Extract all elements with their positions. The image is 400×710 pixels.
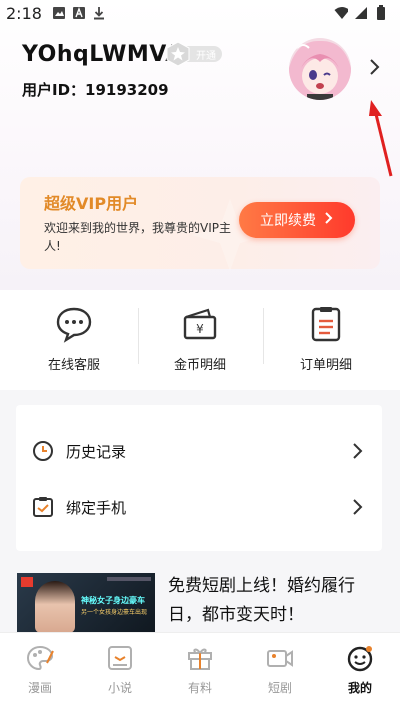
promo-tag-icon <box>21 577 33 587</box>
thumbnail-subcaption: 另一个女孩身边豪车出现 <box>81 609 148 616</box>
vip-crown-icon <box>166 41 190 67</box>
nav-label: 漫画 <box>27 681 52 695</box>
svg-text:¥: ¥ <box>196 322 204 336</box>
smiley-face-icon <box>345 643 375 673</box>
quick-action-label: 金币明细 <box>173 358 226 373</box>
menu-item-label: 绑定手机 <box>66 498 127 517</box>
menu-item-bind-phone[interactable]: 绑定手机 <box>16 479 382 535</box>
promo-banner[interactable]: 神秘女子身边豪车 另一个女孩身边豪车出现 免费短剧上线！婚约履行日，都市变天时！ <box>0 566 400 636</box>
chevron-right-icon <box>324 211 334 229</box>
vip-description: 欢迎来到我的世界，我尊贵的VIP主人! <box>44 221 231 253</box>
battery-icon <box>374 5 388 20</box>
font-notification-icon <box>72 6 86 20</box>
clock-icon <box>32 440 54 462</box>
annotation-arrow <box>366 98 396 178</box>
signal-icon <box>354 6 368 20</box>
renew-button-label: 立即续费 <box>260 213 316 229</box>
divider <box>138 308 139 364</box>
nav-label: 小说 <box>107 681 132 695</box>
chevron-right-icon <box>352 442 364 460</box>
chat-bubble-icon <box>54 304 94 344</box>
palette-icon <box>25 643 55 673</box>
nav-item-mine[interactable]: 我的 <box>330 643 390 703</box>
nav-label: 有料 <box>187 681 212 695</box>
nav-label: 我的 <box>347 681 372 695</box>
vip-badge-label: 开通 <box>196 51 216 62</box>
quick-action-customer-service[interactable]: 在线客服 <box>14 304 134 374</box>
vip-title: 超级VIP用户 <box>44 194 139 213</box>
nav-item-novels[interactable]: 小说 <box>90 643 150 703</box>
avatar[interactable] <box>289 38 351 100</box>
menu-item-label: 历史记录 <box>66 442 127 461</box>
quick-action-coin-details[interactable]: ¥ 金币明细 <box>140 304 260 374</box>
status-bar: 2:18 <box>0 0 400 30</box>
quick-actions: 在线客服 ¥ 金币明细 订单明细 <box>0 290 400 390</box>
book-icon <box>105 643 135 673</box>
promo-person-image <box>35 581 75 633</box>
promo-headline: 免费短剧上线！婚约履行日，都市变天时！ <box>168 576 355 625</box>
vip-card: 超级VIP用户 欢迎来到我的世界，我尊贵的VIP主人! 立即续费 <box>20 177 380 271</box>
quick-action-order-details[interactable]: 订单明细 <box>266 304 386 374</box>
quick-action-label: 在线客服 <box>47 358 100 373</box>
gift-icon <box>185 643 215 673</box>
user-id: 用户ID：19193209 <box>22 81 169 99</box>
nav-item-featured[interactable]: 有料 <box>170 643 230 703</box>
nav-item-short-drama[interactable]: 短剧 <box>250 643 310 703</box>
vip-open-badge[interactable]: 开通 <box>164 40 224 67</box>
divider <box>263 308 264 364</box>
order-clipboard-icon <box>306 304 346 344</box>
thumbnail-caption: 神秘女子身边豪车 <box>81 596 145 605</box>
gallery-notification-icon <box>52 6 66 20</box>
wifi-icon <box>334 6 348 20</box>
nav-item-comics[interactable]: 漫画 <box>10 643 70 703</box>
username[interactable]: YOhqLWMVA <box>22 42 183 67</box>
bottom-nav: 漫画 小说 有料 短剧 我的 <box>0 632 400 710</box>
video-camera-icon <box>265 643 295 673</box>
nav-label: 短剧 <box>267 681 292 695</box>
quick-action-label: 订单明细 <box>299 358 352 373</box>
thumbnail-overlay <box>107 577 151 581</box>
chevron-right-icon <box>352 498 364 516</box>
menu-item-history[interactable]: 历史记录 <box>16 423 382 479</box>
status-time: 2:18 <box>6 4 42 23</box>
wallet-icon: ¥ <box>180 304 220 344</box>
promo-thumbnail: 神秘女子身边豪车 另一个女孩身边豪车出现 <box>17 573 155 633</box>
bind-phone-icon <box>32 496 54 518</box>
menu-card: 历史记录 绑定手机 <box>16 405 382 551</box>
renew-button[interactable]: 立即续费 <box>239 202 355 238</box>
profile-chevron-icon[interactable] <box>368 57 382 77</box>
download-notification-icon <box>92 6 106 20</box>
